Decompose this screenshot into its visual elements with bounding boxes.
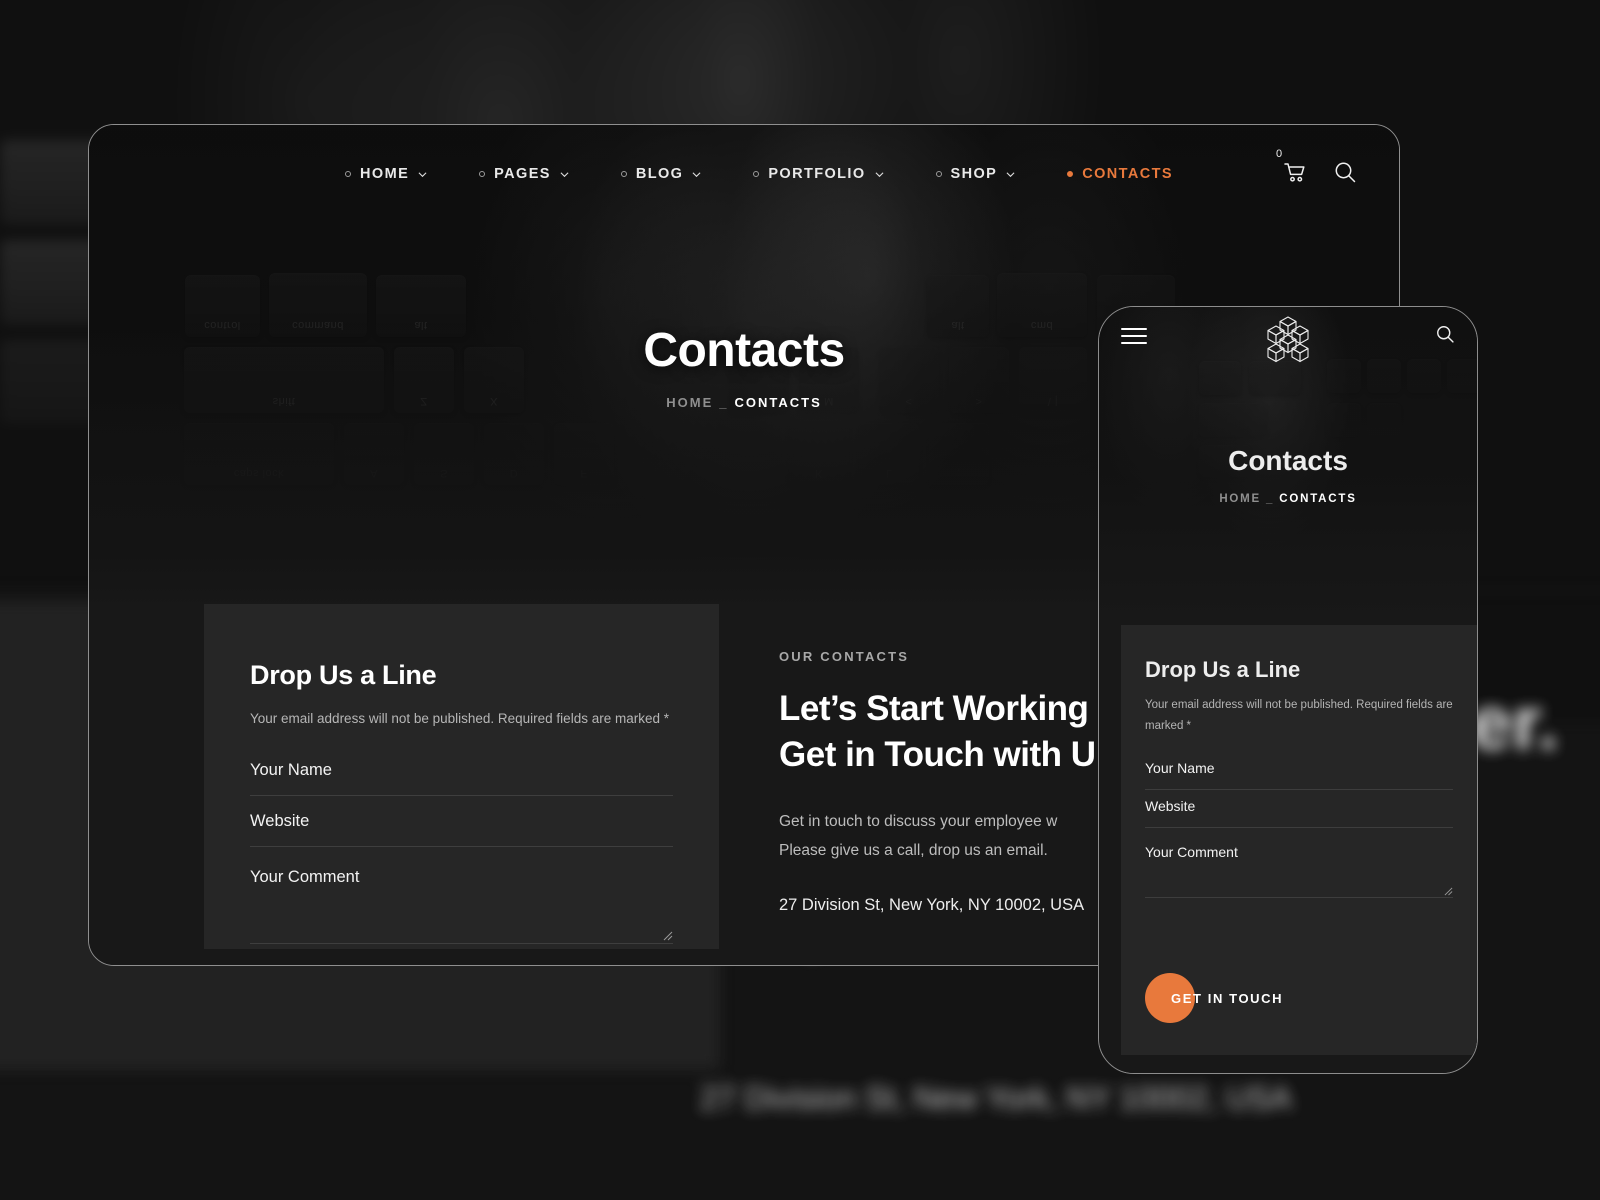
nav-item-label: PORTFOLIO <box>768 166 866 182</box>
bullet-dot-icon <box>935 171 942 177</box>
mobile-contact-section: Drop Us a Line Your email address will n… <box>1099 625 1477 1073</box>
bullet-dot-icon <box>479 171 486 177</box>
breadcrumb-current: CONTACTS <box>734 395 822 410</box>
mobile-breadcrumb: HOME _ CONTACTS <box>1099 493 1477 505</box>
mobile-breadcrumb-separator: _ <box>1266 493 1275 505</box>
mobile-field-underline <box>1145 896 1453 898</box>
nav-item-blog[interactable]: BLOG <box>595 166 728 182</box>
cart-button[interactable]: 0 <box>1276 148 1307 189</box>
contact-form-panel: Drop Us a Line Your email address will n… <box>204 604 719 949</box>
bullet-dot-icon <box>753 171 760 177</box>
search-icon <box>1437 325 1454 343</box>
chevron-down-icon <box>1006 171 1015 177</box>
nav-item-label: HOME <box>360 166 410 182</box>
nav-item-portfolio[interactable]: PORTFOLIO <box>727 166 909 182</box>
mobile-field-your-name[interactable]: Your Name <box>1145 759 1453 790</box>
search-icon <box>1335 162 1356 182</box>
chevron-down-icon <box>560 171 569 177</box>
bullet-dot-icon <box>1067 171 1074 177</box>
mobile-device-frame: Contacts HOME _ CONTACTS Drop Us a Line Yo… <box>1098 306 1478 1074</box>
field-label: Website <box>250 812 310 831</box>
mobile-field-label: Website <box>1145 797 1196 814</box>
nav-item-contacts[interactable]: CONTACTS <box>1041 166 1199 182</box>
field-your-comment[interactable]: Your Comment <box>250 868 673 945</box>
field-label: Your Comment <box>250 868 360 887</box>
mobile-breadcrumb-current: CONTACTS <box>1279 493 1357 505</box>
mobile-field-underline <box>1145 826 1453 828</box>
get-in-touch-label-rest: IN TOUCH <box>1207 990 1284 1006</box>
breadcrumb: HOME _ CONTACTS <box>89 395 1399 410</box>
get-in-touch-label-strong: GET <box>1171 990 1203 1006</box>
mobile-contact-form-panel: Drop Us a Line Your email address will n… <box>1121 625 1477 1055</box>
nav-item-label: SHOP <box>950 166 998 182</box>
nav-item-label: PAGES <box>494 166 551 182</box>
mobile-field-label: Your Name <box>1145 759 1215 776</box>
mobile-field-your-comment[interactable]: Your Comment <box>1145 843 1453 898</box>
textarea-resize-grip[interactable] <box>663 931 673 941</box>
cart-count-badge: 0 <box>1276 147 1283 160</box>
field-your-name[interactable]: Your Name <box>250 761 673 797</box>
backdrop-blurred-right-fragment: er. <box>1470 681 1559 766</box>
form-title: Drop Us a Line <box>250 660 437 690</box>
field-label: Your Name <box>250 761 332 780</box>
field-underline <box>250 795 673 797</box>
mobile-breadcrumb-home[interactable]: HOME <box>1219 493 1261 505</box>
mobile-field-label: Your Comment <box>1145 843 1238 860</box>
nav-item-shop[interactable]: SHOP <box>910 166 1042 182</box>
cube-cluster-logo-icon[interactable] <box>1259 311 1317 369</box>
mobile-page-title: Contacts <box>1228 445 1348 476</box>
main-navigation: HOME PAGES BLOG PORTFOLIO SHOP CONTACTS … <box>89 125 1399 223</box>
nav-menu: HOME PAGES BLOG PORTFOLIO SHOP CONTACTS <box>289 166 1199 182</box>
nav-item-pages[interactable]: PAGES <box>453 166 595 182</box>
bullet-dot-icon <box>620 171 627 177</box>
form-note: Your email address will not be published… <box>250 711 669 726</box>
field-underline <box>250 846 673 848</box>
mobile-field-underline <box>1145 788 1453 790</box>
get-in-touch-button-label: GET IN TOUCH <box>1145 991 1283 1006</box>
hamburger-menu-icon[interactable] <box>1121 328 1147 344</box>
nav-item-label: BLOG <box>635 166 684 182</box>
mobile-search-button[interactable] <box>1435 324 1455 349</box>
nav-actions: 0 <box>1276 125 1357 223</box>
mobile-form-note: Your email address will not be published… <box>1145 699 1453 733</box>
mobile-navigation <box>1099 307 1477 365</box>
mobile-form-title: Drop Us a Line <box>1145 657 1301 682</box>
shopping-cart-icon <box>1284 162 1305 182</box>
search-button[interactable] <box>1333 160 1357 189</box>
backdrop-blurred-address: 27 Division St, New York, NY 10002, USA <box>700 1080 1292 1116</box>
bullet-dot-icon <box>345 171 352 177</box>
get-in-touch-button[interactable]: GET IN TOUCH <box>1145 973 1283 1023</box>
nav-item-label: CONTACTS <box>1082 166 1173 182</box>
chevron-down-icon <box>692 171 701 177</box>
chevron-down-icon <box>875 171 884 177</box>
breadcrumb-separator: _ <box>719 395 729 410</box>
breadcrumb-home[interactable]: HOME <box>666 395 713 410</box>
chevron-down-icon <box>418 171 427 177</box>
mobile-textarea-resize-grip[interactable] <box>1444 887 1453 896</box>
field-underline <box>250 943 673 945</box>
field-website[interactable]: Website <box>250 812 673 848</box>
nav-item-home[interactable]: HOME <box>319 166 453 182</box>
mobile-field-website[interactable]: Website <box>1145 797 1453 828</box>
